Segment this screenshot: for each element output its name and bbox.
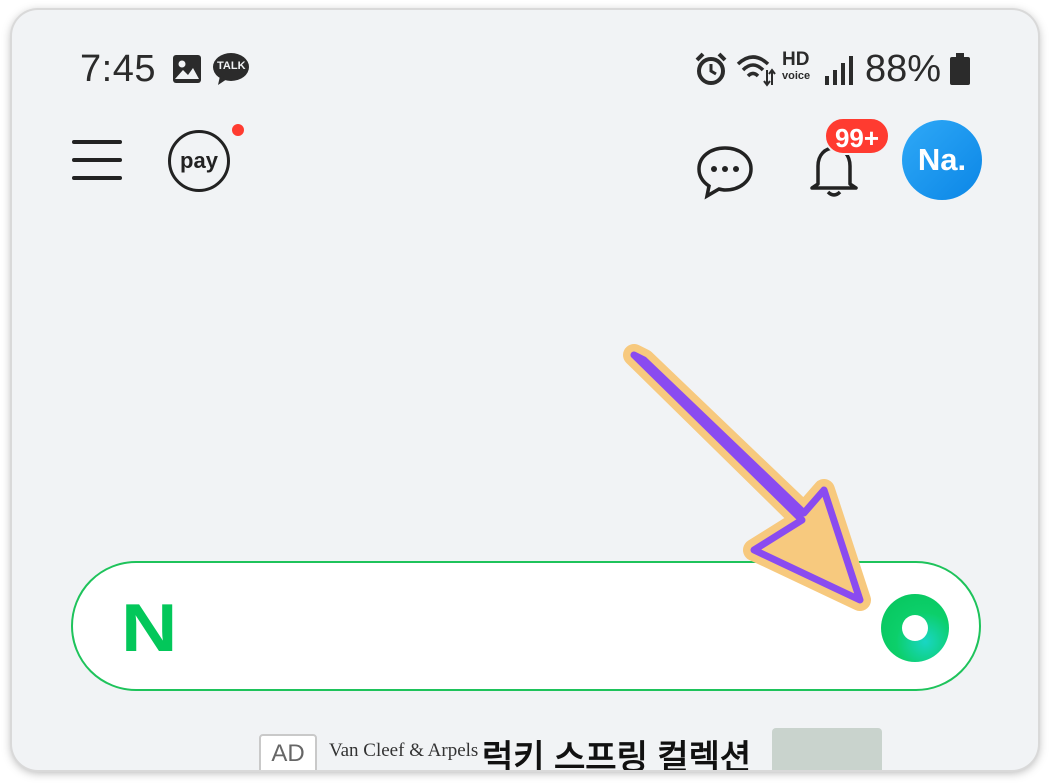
wifi-icon — [736, 55, 776, 87]
ad-brand[interactable]: Van Cleef & Arpels — [329, 740, 478, 762]
avatar[interactable]: Na. — [902, 120, 982, 200]
chat-bubble-icon[interactable] — [695, 144, 755, 200]
kakaotalk-icon: TALK — [212, 52, 250, 86]
voice-label: voice — [782, 70, 811, 82]
pay-button[interactable]: pay — [168, 130, 230, 192]
notification-badge: 99+ — [824, 117, 890, 155]
search-bar[interactable]: N — [71, 561, 981, 691]
green-search-circle-icon[interactable] — [881, 594, 949, 662]
pay-notification-dot — [232, 124, 244, 136]
ad-title[interactable]: 럭키 스프링 컬렉션 — [482, 730, 751, 770]
avatar-text: Na. — [917, 142, 967, 177]
gallery-icon — [173, 55, 201, 83]
battery-percent: 88% — [865, 48, 942, 90]
hd-voice-icon: HD voice — [782, 50, 816, 86]
alarm-icon — [695, 52, 727, 85]
naver-logo: N — [121, 590, 178, 666]
ad-thumbnail[interactable] — [772, 728, 882, 770]
status-time: 7:45 — [80, 48, 156, 90]
talk-label: TALK — [217, 60, 246, 72]
pay-label: pay — [180, 148, 218, 173]
phone-screen: 7:45 TALK HD voice 88% pay 99+ Na. N AD … — [12, 10, 1038, 770]
search-input[interactable] — [223, 593, 867, 665]
signal-icon — [825, 56, 853, 85]
battery-icon — [950, 53, 970, 85]
hd-label: HD — [782, 49, 810, 70]
ad-badge: AD — [259, 734, 317, 770]
hamburger-menu-icon[interactable] — [70, 138, 126, 184]
